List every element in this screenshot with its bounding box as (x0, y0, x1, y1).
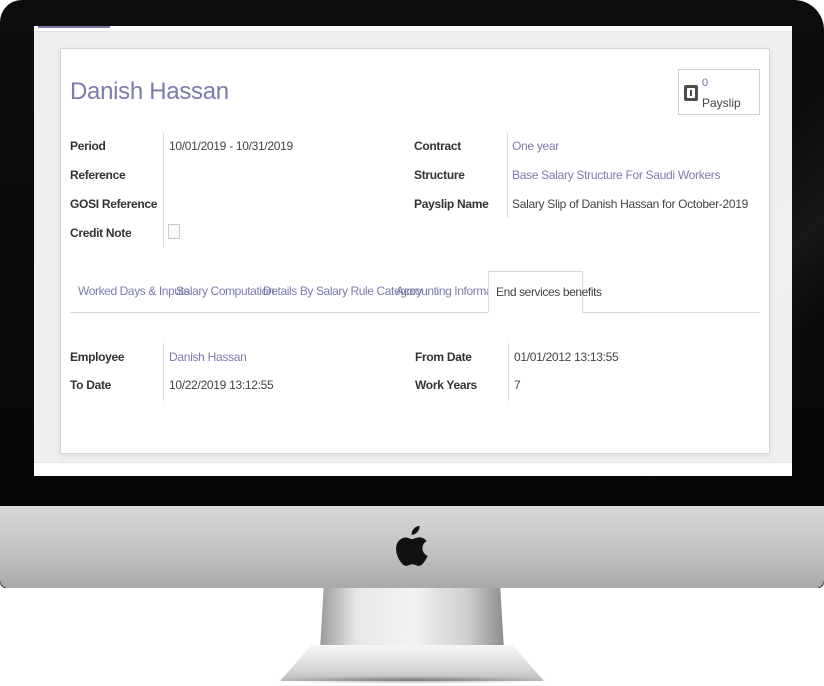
field-value-to-date[interactable]: 10/22/2019 13:12:55 (169, 378, 274, 392)
top-bar (34, 26, 792, 32)
payslip-smart-button[interactable]: 0 Payslip (678, 69, 760, 115)
field-label-reference: Reference (70, 168, 126, 182)
field-label-to-date: To Date (70, 378, 112, 392)
field-label-payslip-name: Payslip Name (414, 197, 489, 211)
field-value-payslip-name[interactable]: Salary Slip of Danish Hassan for October… (512, 197, 748, 211)
tab-end-services-benefits[interactable]: End services benefits (488, 271, 602, 313)
field-label-contract: Contract (414, 139, 461, 153)
tab-left-separator (163, 343, 164, 401)
active-breadcrumb-underline (38, 26, 110, 28)
notebook-tabs: Worked Days & Inputs Salary Computation … (70, 271, 760, 313)
field-label-structure: Structure (414, 168, 465, 182)
field-label-work-years: Work Years (415, 378, 477, 392)
field-value-contract[interactable]: One year (512, 139, 559, 153)
field-value-employee[interactable]: Danish Hassan (169, 350, 247, 364)
field-label-credit-note: Credit Note (70, 226, 132, 240)
stand-shadow (270, 676, 554, 684)
form-sheet: Danish Hassan 0 Payslip Period 10/01/201… (60, 48, 770, 454)
field-value-structure[interactable]: Base Salary Structure For Saudi Workers (512, 168, 720, 182)
right-group-separator (507, 133, 508, 218)
field-value-period[interactable]: 10/01/2019 - 10/31/2019 (169, 139, 293, 153)
field-value-work-years[interactable]: 7 (514, 378, 521, 392)
field-label-employee: Employee (70, 350, 125, 364)
monitor-bezel: Danish Hassan 0 Payslip Period 10/01/201… (0, 0, 824, 588)
apple-logo-icon (396, 525, 428, 566)
field-label-from-date: From Date (415, 350, 472, 364)
payslip-label: Payslip (702, 96, 741, 110)
field-label-period: Period (70, 139, 106, 153)
credit-note-checkbox[interactable] (168, 224, 180, 239)
tab-salary-computation[interactable]: Salary Computation (176, 271, 275, 312)
left-group-separator (163, 133, 164, 247)
payslip-icon (684, 85, 698, 101)
monitor-stand-neck (320, 588, 504, 650)
bottom-bar (34, 462, 792, 476)
monitor-chin (0, 506, 824, 588)
page-title: Danish Hassan (70, 78, 229, 105)
screen: Danish Hassan 0 Payslip Period 10/01/201… (34, 26, 792, 476)
payslip-count: 0 (702, 77, 709, 89)
tab-right-separator (508, 343, 509, 401)
field-value-from-date[interactable]: 01/01/2012 13:13:55 (514, 350, 619, 364)
tab-worked-days-inputs[interactable]: Worked Days & Inputs (78, 271, 190, 312)
field-label-gosi-reference: GOSI Reference (70, 197, 158, 211)
